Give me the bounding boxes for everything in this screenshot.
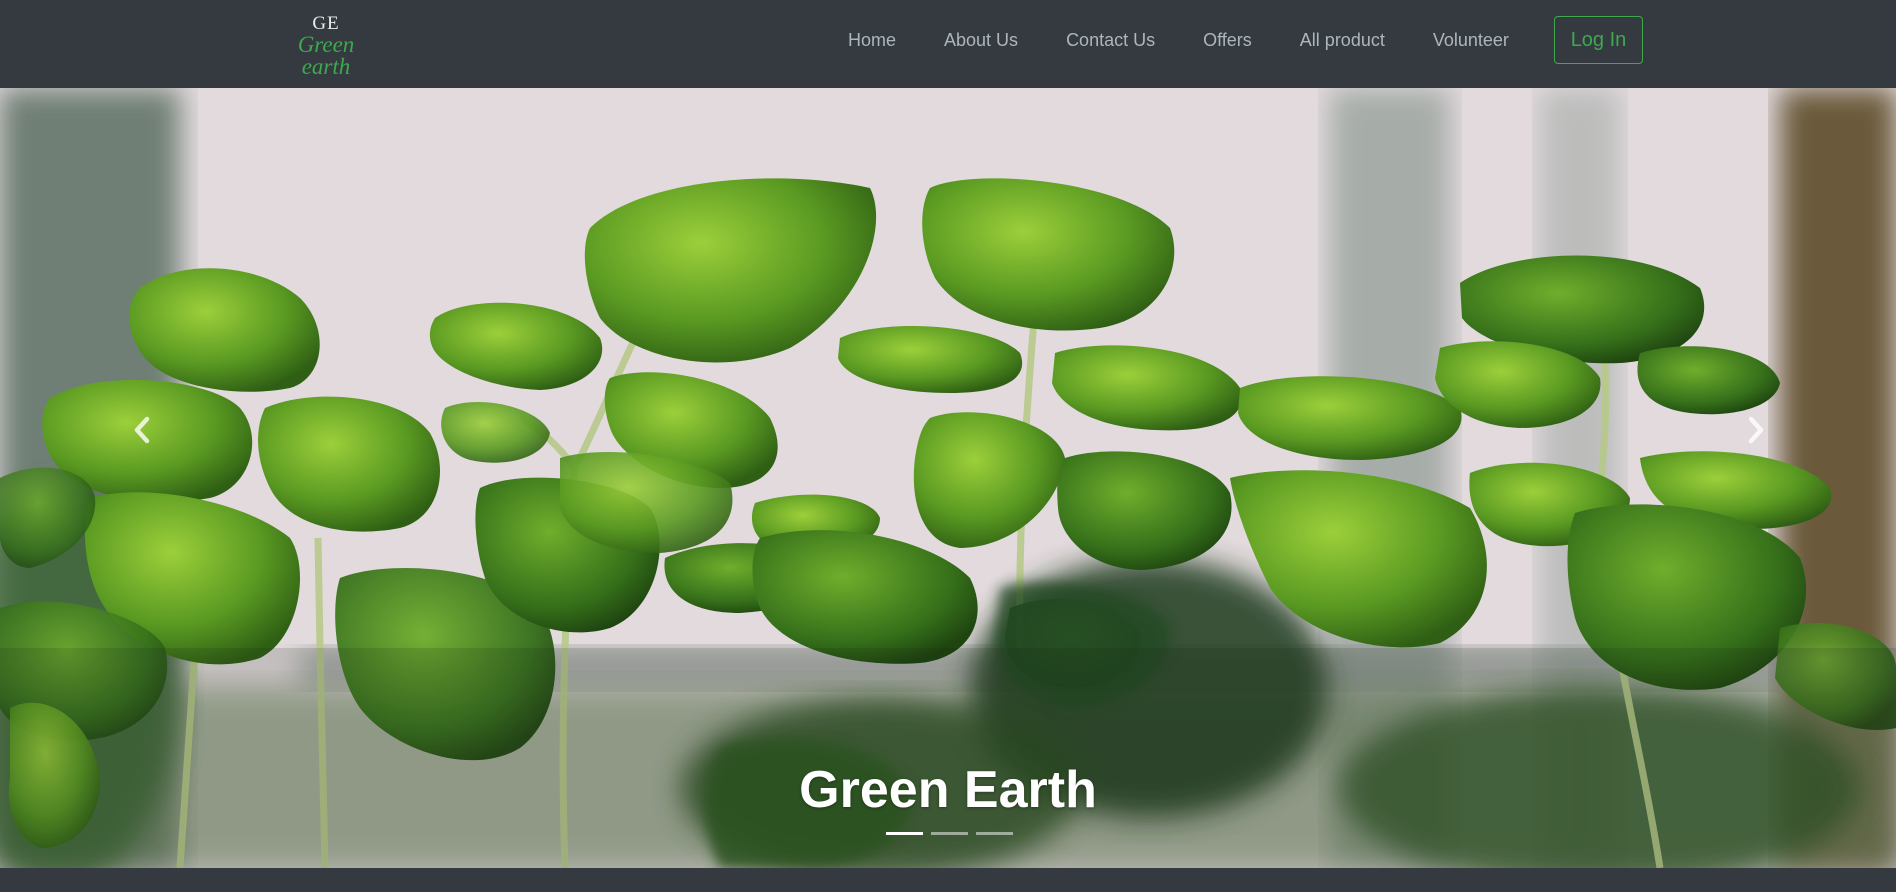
navbar: GE Green earth Home About Us Contact Us … [0,0,1896,88]
brand-monogram: GE [312,13,340,34]
hero-image-plants [0,88,1896,868]
carousel-prev-button[interactable] [122,410,162,450]
nav-link-about-us[interactable]: About Us [944,30,1018,51]
nav-link-home[interactable]: Home [848,30,896,51]
carousel-next-button[interactable] [1736,410,1776,450]
carousel-indicator-2[interactable] [931,832,968,835]
nav-link-contact-us[interactable]: Contact Us [1066,30,1155,51]
carousel-indicator-1[interactable] [886,832,923,835]
brand-name: Green earth [297,32,355,79]
nav-link-volunteer[interactable]: Volunteer [1433,30,1509,51]
nav-links: Home About Us Contact Us Offers All prod… [848,0,1557,80]
brand-logo[interactable]: GE Green earth [276,13,376,79]
carousel-indicators [886,832,1013,835]
hero-carousel: Green Earth [0,88,1896,868]
chevron-left-icon [134,416,150,444]
page-bottom-band [0,868,1896,892]
nav-link-offers[interactable]: Offers [1203,30,1252,51]
carousel-caption: Green Earth [799,761,1097,819]
nav-link-all-product[interactable]: All product [1300,30,1385,51]
chevron-right-icon [1748,416,1764,444]
carousel-indicator-3[interactable] [976,832,1013,835]
login-button[interactable]: Log In [1554,16,1643,64]
